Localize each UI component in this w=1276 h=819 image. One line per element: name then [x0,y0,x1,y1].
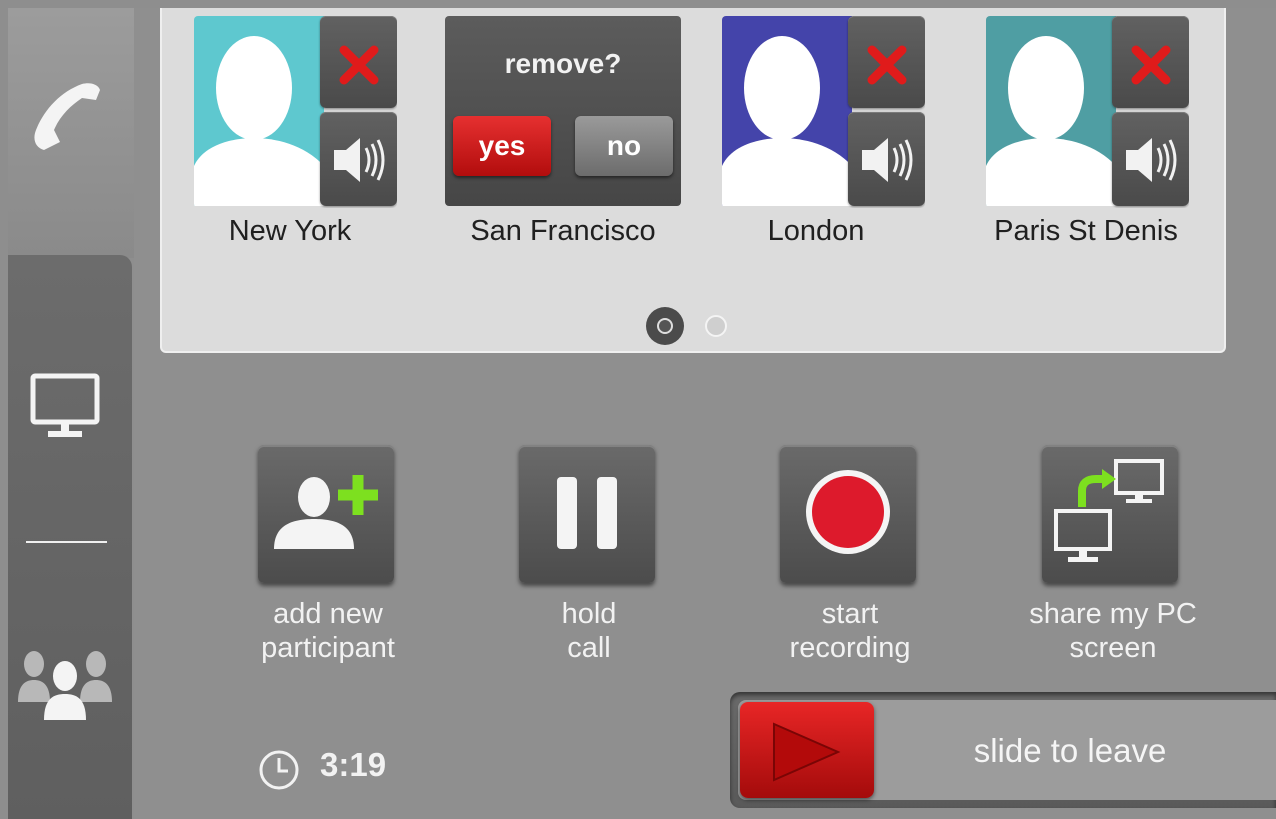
add-participant-label: add new participant [261,598,395,664]
sidebar-divider [26,541,107,543]
participant-name: New York [228,215,352,247]
remove-participant-button[interactable] [848,16,925,108]
participant-avatar [722,16,852,206]
remove-icon [339,45,379,85]
phone-icon[interactable] [30,80,102,156]
participant-name: London [767,215,865,247]
page-indicator-current[interactable] [646,307,684,345]
remove-confirm-prompt: remove? [504,48,622,79]
leave-slider-handle[interactable] [740,702,874,798]
participant-card [722,16,925,208]
participant-card [194,16,397,208]
speaker-icon [1126,138,1177,182]
page-indicator[interactable] [705,315,727,337]
mute-participant-button[interactable] [320,112,397,206]
remove-confirm-card: remove? yes no [445,16,681,206]
remove-participant-button[interactable] [1112,16,1189,108]
start-recording-label: start recording [789,598,911,664]
start-recording-button[interactable] [780,445,916,583]
remove-icon [867,45,907,85]
remove-participant-button[interactable] [320,16,397,108]
sidebar [8,255,132,819]
speaker-icon [862,138,913,182]
share-screen-label: share my PC screen [1029,598,1197,664]
leave-slider-label: slide to leave [973,732,1167,769]
confirm-yes-button[interactable]: yes [453,116,551,176]
play-arrow-icon [773,722,841,782]
hold-call-button[interactable] [519,445,655,583]
participant-card [986,16,1189,208]
add-user-icon [274,475,378,549]
participant-name: Paris St Denis [994,215,1178,247]
participant-avatar [194,16,324,206]
participant-name: San Francisco [470,215,656,247]
pause-icon [557,477,617,549]
remove-icon [1131,45,1171,85]
hold-call-label: hold call [561,598,617,664]
share-screen-button[interactable] [1042,445,1178,583]
monitor-icon[interactable] [30,373,100,441]
add-participant-button[interactable] [258,445,394,583]
share-screen-icon [1054,459,1164,562]
clock-icon [258,749,300,791]
confirm-no-button[interactable]: no [575,116,673,176]
mute-participant-button[interactable] [1112,112,1189,206]
participant-avatar [986,16,1116,206]
call-duration: 3:19 [320,746,387,783]
record-icon [806,470,890,554]
group-icon[interactable] [18,650,114,722]
mute-participant-button[interactable] [848,112,925,206]
speaker-icon [334,138,385,182]
